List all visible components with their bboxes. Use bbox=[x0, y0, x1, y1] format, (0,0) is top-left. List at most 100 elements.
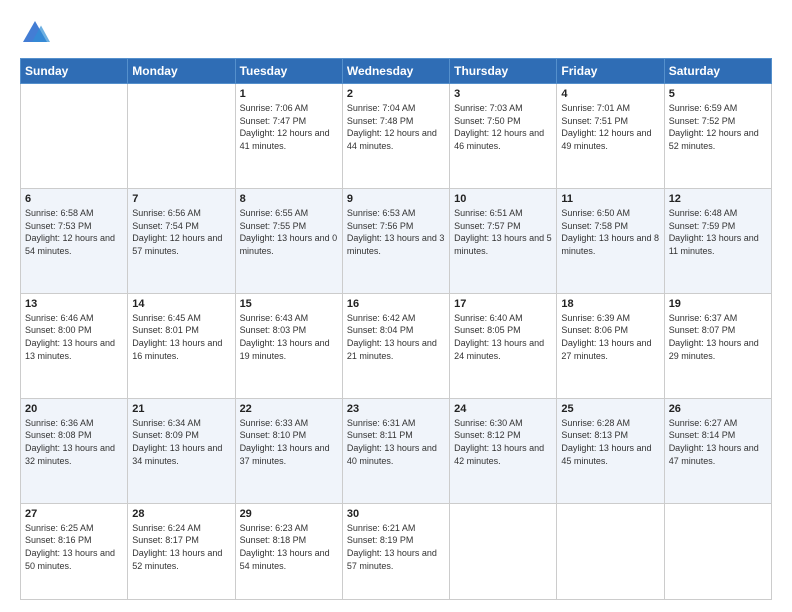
day-info: Sunrise: 6:24 AMSunset: 8:17 PMDaylight:… bbox=[132, 522, 230, 572]
calendar-cell bbox=[557, 503, 664, 599]
calendar-cell bbox=[450, 503, 557, 599]
calendar-cell: 23 Sunrise: 6:31 AMSunset: 8:11 PMDayligh… bbox=[342, 398, 449, 503]
day-info: Sunrise: 6:56 AMSunset: 7:54 PMDaylight:… bbox=[132, 207, 230, 257]
calendar-cell: 1Sunrise: 7:06 AMSunset: 7:47 PMDaylight… bbox=[235, 84, 342, 189]
day-info: Sunrise: 6:50 AMSunset: 7:58 PMDaylight:… bbox=[561, 207, 659, 257]
day-info: Sunrise: 6:34 AMSunset: 8:09 PMDaylight:… bbox=[132, 417, 230, 467]
day-number: 15 bbox=[240, 298, 338, 310]
day-info: Sunrise: 7:04 AMSunset: 7:48 PMDaylight:… bbox=[347, 102, 445, 152]
day-info: Sunrise: 6:40 AMSunset: 8:05 PMDaylight:… bbox=[454, 312, 552, 362]
calendar-cell: 5 Sunrise: 6:59 AMSunset: 7:52 PMDaylight… bbox=[664, 84, 771, 189]
calendar-cell: 15 Sunrise: 6:43 AMSunset: 8:03 PMDayligh… bbox=[235, 293, 342, 398]
day-info: Sunrise: 6:36 AMSunset: 8:08 PMDaylight:… bbox=[25, 417, 123, 467]
calendar-week-row: 27 Sunrise: 6:25 AMSunset: 8:16 PMDayligh… bbox=[21, 503, 772, 599]
day-info: Sunrise: 6:46 AMSunset: 8:00 PMDaylight:… bbox=[25, 312, 123, 362]
day-info: Sunrise: 6:45 AMSunset: 8:01 PMDaylight:… bbox=[132, 312, 230, 362]
calendar-cell: 30 Sunrise: 6:21 AMSunset: 8:19 PMDayligh… bbox=[342, 503, 449, 599]
day-number: 2 bbox=[347, 88, 445, 100]
calendar-cell: 3 Sunrise: 7:03 AMSunset: 7:50 PMDaylight… bbox=[450, 84, 557, 189]
calendar-cell: 27 Sunrise: 6:25 AMSunset: 8:16 PMDayligh… bbox=[21, 503, 128, 599]
day-info: Sunrise: 7:03 AMSunset: 7:50 PMDaylight:… bbox=[454, 102, 552, 152]
calendar-cell: 14 Sunrise: 6:45 AMSunset: 8:01 PMDayligh… bbox=[128, 293, 235, 398]
day-info: Sunrise: 6:43 AMSunset: 8:03 PMDaylight:… bbox=[240, 312, 338, 362]
calendar-cell: 25 Sunrise: 6:28 AMSunset: 8:13 PMDayligh… bbox=[557, 398, 664, 503]
calendar-table: SundayMondayTuesdayWednesdayThursdayFrid… bbox=[20, 58, 772, 600]
calendar-cell: 16Sunrise: 6:42 AMSunset: 8:04 PMDayligh… bbox=[342, 293, 449, 398]
logo-icon bbox=[20, 18, 50, 48]
day-info: Sunrise: 6:51 AMSunset: 7:57 PMDaylight:… bbox=[454, 207, 552, 257]
day-number: 14 bbox=[132, 298, 230, 310]
calendar-cell bbox=[128, 84, 235, 189]
day-info: Sunrise: 6:37 AMSunset: 8:07 PMDaylight:… bbox=[669, 312, 767, 362]
day-number: 7 bbox=[132, 193, 230, 205]
day-number: 16 bbox=[347, 298, 445, 310]
day-info: Sunrise: 6:27 AMSunset: 8:14 PMDaylight:… bbox=[669, 417, 767, 467]
day-number: 6 bbox=[25, 193, 123, 205]
calendar-cell: 21 Sunrise: 6:34 AMSunset: 8:09 PMDayligh… bbox=[128, 398, 235, 503]
day-info: Sunrise: 6:23 AMSunset: 8:18 PMDaylight:… bbox=[240, 522, 338, 572]
day-header-thursday: Thursday bbox=[450, 59, 557, 84]
calendar-week-row: 13 Sunrise: 6:46 AMSunset: 8:00 PMDayligh… bbox=[21, 293, 772, 398]
calendar-cell: 29 Sunrise: 6:23 AMSunset: 8:18 PMDayligh… bbox=[235, 503, 342, 599]
calendar-cell: 11 Sunrise: 6:50 AMSunset: 7:58 PMDayligh… bbox=[557, 188, 664, 293]
day-info: Sunrise: 6:39 AMSunset: 8:06 PMDaylight:… bbox=[561, 312, 659, 362]
day-number: 26 bbox=[669, 403, 767, 415]
calendar-cell: 4Sunrise: 7:01 AMSunset: 7:51 PMDaylight… bbox=[557, 84, 664, 189]
day-number: 25 bbox=[561, 403, 659, 415]
calendar-cell: 24 Sunrise: 6:30 AMSunset: 8:12 PMDayligh… bbox=[450, 398, 557, 503]
page: SundayMondayTuesdayWednesdayThursdayFrid… bbox=[0, 0, 792, 612]
calendar-cell: 2 Sunrise: 7:04 AMSunset: 7:48 PMDaylight… bbox=[342, 84, 449, 189]
calendar-cell: 12Sunrise: 6:48 AMSunset: 7:59 PMDayligh… bbox=[664, 188, 771, 293]
calendar-cell: 10 Sunrise: 6:51 AMSunset: 7:57 PMDayligh… bbox=[450, 188, 557, 293]
calendar-cell: 6 Sunrise: 6:58 AMSunset: 7:53 PMDaylight… bbox=[21, 188, 128, 293]
day-number: 5 bbox=[669, 88, 767, 100]
calendar-cell bbox=[664, 503, 771, 599]
day-number: 11 bbox=[561, 193, 659, 205]
calendar-week-row: 1Sunrise: 7:06 AMSunset: 7:47 PMDaylight… bbox=[21, 84, 772, 189]
day-header-sunday: Sunday bbox=[21, 59, 128, 84]
header bbox=[20, 18, 772, 48]
day-number: 28 bbox=[132, 508, 230, 520]
calendar-cell: 17 Sunrise: 6:40 AMSunset: 8:05 PMDayligh… bbox=[450, 293, 557, 398]
calendar-cell: 20Sunrise: 6:36 AMSunset: 8:08 PMDayligh… bbox=[21, 398, 128, 503]
day-number: 3 bbox=[454, 88, 552, 100]
calendar-cell: 18Sunrise: 6:39 AMSunset: 8:06 PMDayligh… bbox=[557, 293, 664, 398]
calendar-week-row: 6 Sunrise: 6:58 AMSunset: 7:53 PMDaylight… bbox=[21, 188, 772, 293]
day-info: Sunrise: 6:59 AMSunset: 7:52 PMDaylight:… bbox=[669, 102, 767, 152]
calendar-cell: 19 Sunrise: 6:37 AMSunset: 8:07 PMDayligh… bbox=[664, 293, 771, 398]
day-header-friday: Friday bbox=[557, 59, 664, 84]
day-number: 17 bbox=[454, 298, 552, 310]
calendar-week-row: 20Sunrise: 6:36 AMSunset: 8:08 PMDayligh… bbox=[21, 398, 772, 503]
day-number: 23 bbox=[347, 403, 445, 415]
calendar-header-row: SundayMondayTuesdayWednesdayThursdayFrid… bbox=[21, 59, 772, 84]
day-number: 4 bbox=[561, 88, 659, 100]
day-header-tuesday: Tuesday bbox=[235, 59, 342, 84]
day-info: Sunrise: 6:55 AMSunset: 7:55 PMDaylight:… bbox=[240, 207, 338, 257]
calendar-cell: 28 Sunrise: 6:24 AMSunset: 8:17 PMDayligh… bbox=[128, 503, 235, 599]
calendar-cell: 7 Sunrise: 6:56 AMSunset: 7:54 PMDaylight… bbox=[128, 188, 235, 293]
day-header-wednesday: Wednesday bbox=[342, 59, 449, 84]
calendar-cell: 26 Sunrise: 6:27 AMSunset: 8:14 PMDayligh… bbox=[664, 398, 771, 503]
day-number: 24 bbox=[454, 403, 552, 415]
day-number: 10 bbox=[454, 193, 552, 205]
day-info: Sunrise: 6:30 AMSunset: 8:12 PMDaylight:… bbox=[454, 417, 552, 467]
day-info: Sunrise: 6:28 AMSunset: 8:13 PMDaylight:… bbox=[561, 417, 659, 467]
day-header-saturday: Saturday bbox=[664, 59, 771, 84]
day-info: Sunrise: 6:31 AMSunset: 8:11 PMDaylight:… bbox=[347, 417, 445, 467]
day-info: Sunrise: 6:53 AMSunset: 7:56 PMDaylight:… bbox=[347, 207, 445, 257]
calendar-cell: 8Sunrise: 6:55 AMSunset: 7:55 PMDaylight… bbox=[235, 188, 342, 293]
day-number: 13 bbox=[25, 298, 123, 310]
day-info: Sunrise: 6:21 AMSunset: 8:19 PMDaylight:… bbox=[347, 522, 445, 572]
day-number: 19 bbox=[669, 298, 767, 310]
calendar-cell: 9 Sunrise: 6:53 AMSunset: 7:56 PMDaylight… bbox=[342, 188, 449, 293]
day-info: Sunrise: 6:25 AMSunset: 8:16 PMDaylight:… bbox=[25, 522, 123, 572]
day-number: 27 bbox=[25, 508, 123, 520]
day-number: 30 bbox=[347, 508, 445, 520]
day-number: 9 bbox=[347, 193, 445, 205]
calendar-cell: 13 Sunrise: 6:46 AMSunset: 8:00 PMDayligh… bbox=[21, 293, 128, 398]
day-info: Sunrise: 6:58 AMSunset: 7:53 PMDaylight:… bbox=[25, 207, 123, 257]
day-number: 29 bbox=[240, 508, 338, 520]
day-info: Sunrise: 6:48 AMSunset: 7:59 PMDaylight:… bbox=[669, 207, 767, 257]
day-number: 21 bbox=[132, 403, 230, 415]
day-number: 1 bbox=[240, 88, 338, 100]
